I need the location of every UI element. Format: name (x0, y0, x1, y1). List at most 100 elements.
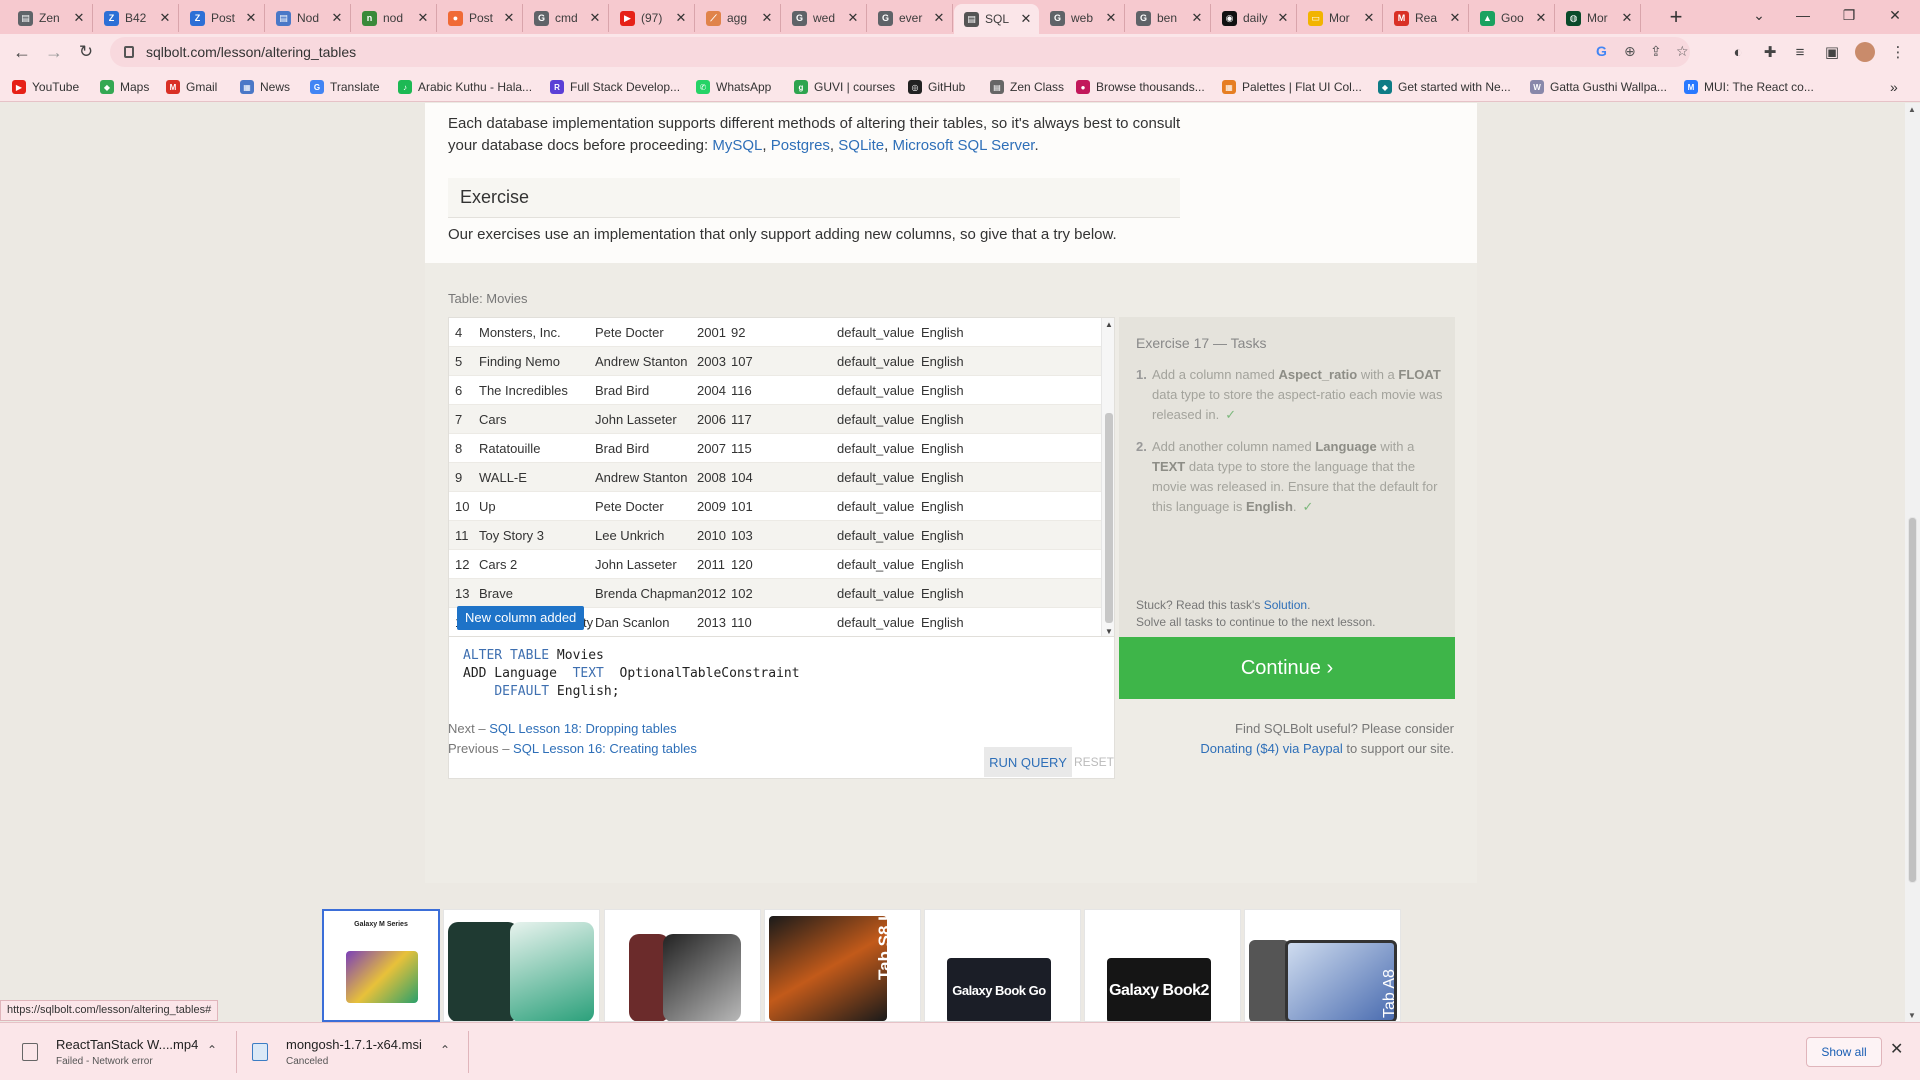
tab-close-icon[interactable]: ✕ (1534, 10, 1548, 26)
link-sqlite[interactable]: SQLite (838, 137, 884, 154)
carousel-item[interactable]: Tab A8 (1244, 909, 1401, 1022)
bookmark-item[interactable]: M Gmail (166, 78, 217, 96)
tab-9[interactable]: Gwed ✕ (782, 4, 867, 32)
chevron-up-icon[interactable]: ⌃ (440, 1043, 450, 1057)
tab-17[interactable]: ▲ Goo ✕ (1470, 4, 1555, 32)
show-all-button[interactable]: Show all (1806, 1037, 1882, 1067)
download-item[interactable]: mongosh-1.7.1-x64.msi Canceled ⌃ (252, 1033, 452, 1071)
media-icon[interactable]: ≡ (1790, 42, 1810, 62)
tab-13[interactable]: Gben ✕ (1126, 4, 1211, 32)
bookmark-item[interactable]: ✆ WhatsApp (696, 78, 771, 96)
solution-link[interactable]: Solution (1264, 598, 1307, 612)
tab-close-icon[interactable]: ✕ (1190, 10, 1204, 26)
link-postgres[interactable]: Postgres (771, 137, 830, 154)
chevron-up-icon[interactable]: ⌃ (207, 1043, 217, 1057)
tab-close-icon[interactable]: ✕ (846, 10, 860, 26)
tab-12[interactable]: Gweb ✕ (1040, 4, 1125, 32)
tab-close-icon[interactable]: ✕ (1276, 10, 1290, 26)
page-scrollbar[interactable]: ▲ ▼ (1905, 103, 1920, 1022)
forward-icon[interactable]: → (40, 38, 68, 66)
tab-7[interactable]: ▶ (97) ✕ (610, 4, 695, 32)
bookmark-item[interactable]: W Gatta Gusthi Wallpa... (1530, 78, 1667, 96)
extension-icon[interactable]: ◐ (1728, 42, 1748, 62)
new-tab-button[interactable]: + (1662, 4, 1690, 32)
tab-close-icon[interactable]: ✕ (1448, 10, 1462, 26)
bookmark-item[interactable]: ▦ Palettes | Flat UI Col... (1222, 78, 1362, 96)
tab-close-icon[interactable]: ✕ (72, 10, 86, 26)
side-panel-icon[interactable]: ▣ (1822, 42, 1842, 62)
link-mssql[interactable]: Microsoft SQL Server (892, 137, 1034, 154)
bookmark-item[interactable]: G Translate (310, 78, 380, 96)
address-bar[interactable]: sqlbolt.com/lesson/altering_tables G ⊕ ⇪… (110, 37, 1690, 67)
tab-10[interactable]: Gever ✕ (868, 4, 953, 32)
bookmark-item[interactable]: ◆ Get started with Ne... (1378, 78, 1511, 96)
carousel-item[interactable] (604, 909, 761, 1022)
donate-link[interactable]: Donating ($4) via Paypal (1200, 741, 1342, 756)
tab-11[interactable]: ▤ SQL ✕ (954, 4, 1039, 34)
tab-close-icon[interactable]: ✕ (1620, 10, 1634, 26)
bookmark-item[interactable]: M MUI: The React co... (1684, 78, 1814, 96)
prev-lesson-link[interactable]: SQL Lesson 16: Creating tables (513, 741, 697, 756)
tab-14[interactable]: ◉ daily ✕ (1212, 4, 1297, 32)
reset-button[interactable]: RESET (1072, 747, 1116, 777)
tab-2[interactable]: Z Post ✕ (180, 4, 265, 32)
more-bookmarks-icon[interactable]: » (1890, 78, 1898, 96)
continue-button[interactable]: Continue › (1119, 637, 1455, 699)
scroll-up-icon[interactable]: ▲ (1105, 320, 1113, 329)
tab-18[interactable]: ◍ Mor ✕ (1556, 4, 1641, 32)
download-item[interactable]: ReactTanStack W....mp4 Failed - Network … (22, 1033, 222, 1071)
tab-0[interactable]: ▤ Zen ✕ (8, 4, 93, 32)
bookmark-item[interactable]: ▤ Zen Class (990, 78, 1064, 96)
table-scroll-thumb[interactable] (1105, 413, 1113, 623)
table-scrollbar[interactable]: ▲ ▼ (1101, 318, 1114, 636)
link-mysql[interactable]: MySQL (712, 137, 762, 154)
bookmark-item[interactable]: ♪ Arabic Kuthu - Hala... (398, 78, 532, 96)
bookmark-item[interactable]: g GUVI | courses (794, 78, 895, 96)
tab-close-icon[interactable]: ✕ (760, 10, 774, 26)
page-scroll-thumb[interactable] (1908, 517, 1917, 883)
carousel-item[interactable] (443, 909, 600, 1022)
tab-close-icon[interactable]: ✕ (330, 10, 344, 26)
reload-icon[interactable]: ↻ (72, 38, 100, 66)
bookmark-item[interactable]: ● Browse thousands... (1076, 78, 1205, 96)
tab-search-icon[interactable]: ⌄ (1736, 0, 1782, 30)
carousel-item[interactable]: Tab S8 Ultra (764, 909, 921, 1022)
run-query-button[interactable]: RUN QUERY (984, 747, 1072, 777)
scroll-up-icon[interactable]: ▲ (1908, 105, 1916, 114)
back-icon[interactable]: ← (8, 38, 36, 66)
restore-button[interactable]: ❐ (1826, 0, 1872, 30)
product-carousel[interactable]: Galaxy M Series Tab S8 Ultra Galaxy Book… (322, 909, 1402, 1022)
carousel-item[interactable]: Galaxy Book2 (1084, 909, 1241, 1022)
next-lesson-link[interactable]: SQL Lesson 18: Dropping tables (489, 721, 676, 736)
scroll-down-icon[interactable]: ▼ (1908, 1011, 1916, 1020)
tab-5[interactable]: ● Post ✕ (438, 4, 523, 32)
carousel-item[interactable]: Galaxy Book Go (924, 909, 1081, 1022)
bookmark-item[interactable]: ◎ GitHub (908, 78, 965, 96)
tab-close-icon[interactable]: ✕ (244, 10, 258, 26)
menu-icon[interactable]: ⋮ (1888, 42, 1908, 62)
avatar[interactable] (1855, 42, 1875, 62)
tab-6[interactable]: Gcmd ✕ (524, 4, 609, 32)
close-downloads-icon[interactable]: ✕ (1890, 1039, 1903, 1059)
tab-close-icon[interactable]: ✕ (588, 10, 602, 26)
address-url[interactable]: sqlbolt.com/lesson/altering_tables (146, 44, 356, 60)
tab-close-icon[interactable]: ✕ (158, 10, 172, 26)
share-icon[interactable]: ⇪ (1650, 43, 1662, 60)
tab-close-icon[interactable]: ✕ (1019, 11, 1033, 27)
bookmark-item[interactable]: ▦ News (240, 78, 290, 96)
tab-15[interactable]: ▭ Mor ✕ (1298, 4, 1383, 32)
tab-3[interactable]: ▤ Nod ✕ (266, 4, 351, 32)
minimize-button[interactable]: — (1780, 0, 1826, 30)
puzzle-icon[interactable]: ✚ (1760, 42, 1780, 62)
google-icon[interactable]: G (1596, 43, 1607, 59)
tab-4[interactable]: n nod ✕ (352, 4, 437, 32)
bookmark-item[interactable]: ▶ YouTube (12, 78, 79, 96)
scroll-down-icon[interactable]: ▼ (1105, 627, 1113, 636)
sql-code[interactable]: ALTER TABLE Movies ADD Language TEXT Opt… (463, 647, 800, 701)
carousel-item[interactable]: Galaxy M Series (322, 909, 440, 1022)
tab-close-icon[interactable]: ✕ (932, 10, 946, 26)
bookmark-item[interactable]: R Full Stack Develop... (550, 78, 680, 96)
tab-8[interactable]: ⟋ agg ✕ (696, 4, 781, 32)
tab-close-icon[interactable]: ✕ (502, 10, 516, 26)
bookmark-item[interactable]: ◆ Maps (100, 78, 149, 96)
